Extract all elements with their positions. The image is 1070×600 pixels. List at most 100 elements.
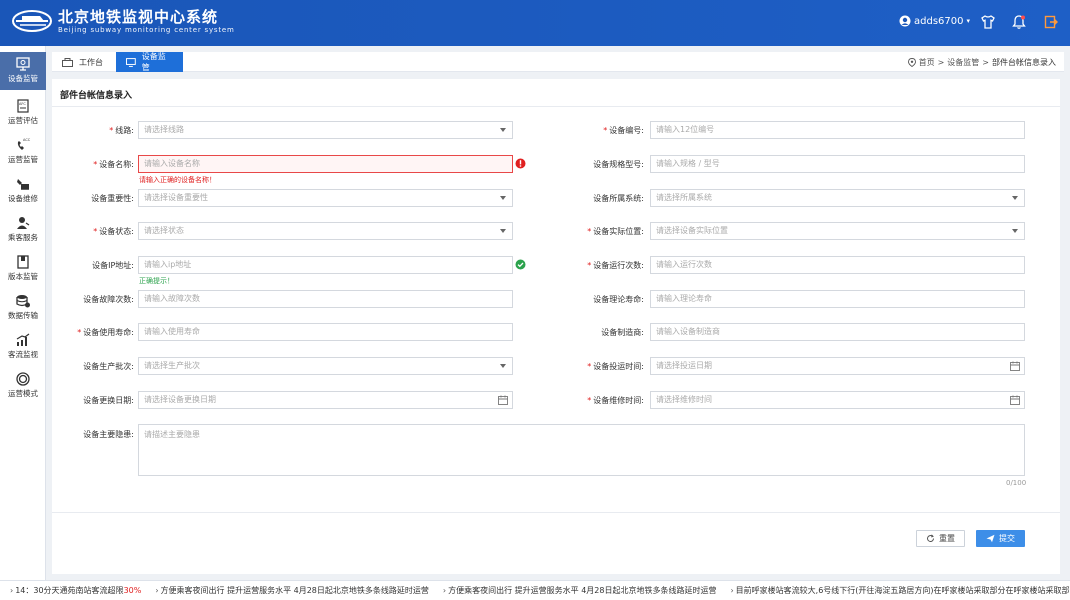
ip-label: 设备IP地址: [92,261,134,270]
caret-down-icon [500,229,506,233]
system-select[interactable]: 请选择所属系统 [650,189,1025,207]
theory-life-label: 设备理论寿命: [593,295,644,304]
repair-time-datepicker[interactable]: 请选择维修时间 [650,391,1025,409]
breadcrumb: 首页 > 设备监管 > 部件台帐信息录入 [907,57,1056,68]
op-time-datepicker[interactable]: 请选择投运日期 [650,357,1025,375]
ip-input[interactable]: 请输入ip地址 [138,256,513,274]
sidebar-item-ops-eval[interactable]: AFC 运营评估 [0,94,46,132]
logout-icon[interactable] [1043,14,1059,30]
batch-select[interactable]: 请选择生产批次 [138,357,513,375]
sidebar-item-version[interactable]: 版本监管 [0,250,46,288]
success-check-icon [515,259,526,270]
bell-icon[interactable] [1011,14,1027,30]
line-select[interactable]: 请选择线路 [138,121,513,139]
sidebar-item-device-monitor[interactable]: 设备监管 [0,52,46,90]
caret-down-icon [500,196,506,200]
hazard-textarea[interactable]: 请描述主要隐患 [138,424,1025,476]
svg-text:ACC: ACC [23,138,31,142]
sidebar-item-ops-monitor[interactable]: ACC 运营监管 [0,133,46,171]
replace-date-label: 设备更换日期: [83,396,134,405]
reset-button[interactable]: 重置 [916,530,965,547]
breadcrumb-home[interactable]: 首页 [919,57,935,68]
tab-label: 工作台 [79,57,103,67]
char-counter: 0/100 [1006,479,1027,487]
sidebar-item-passenger[interactable]: 乘客服务 [0,211,46,249]
version-icon [17,255,29,269]
runs-label: * 设备运行次数: [587,261,644,270]
importance-select[interactable]: 请选择设备重要性 [138,189,513,207]
user-avatar-icon [899,15,911,27]
maker-label: 设备制造商: [601,328,644,337]
send-icon [986,534,995,543]
system-label: 设备所属系统: [593,194,644,203]
caret-down-icon [500,128,506,132]
spec-label: 设备规格型号: [593,160,644,169]
ticker-item[interactable]: › 目前呼家楼站客流较大,6号线下行(开往海淀五路居方向)在呼家楼站采取部分在呼家… [730,585,1070,596]
code-input[interactable]: 请输入12位编号 [650,121,1025,139]
location-pin-icon [907,58,916,67]
repair-icon [17,179,29,190]
sidebar-item-label: 运营模式 [8,389,38,398]
caret-down-icon [1012,229,1018,233]
breadcrumb-separator: > [937,58,945,67]
use-life-input[interactable]: 请输入使用寿命 [138,323,513,341]
status-select[interactable]: 请选择状态 [138,222,513,240]
theory-life-input[interactable]: 请输入理论寿命 [650,290,1025,308]
name-label: * 设备名称: [93,160,134,169]
error-icon [515,158,526,169]
use-life-label: * 设备使用寿命: [77,328,134,337]
sidebar-item-label: 运营监管 [8,155,38,164]
ticker-item[interactable]: › 14：30分天通苑南站客流超限30% [10,585,141,596]
location-label: * 设备实际位置: [587,227,644,236]
runs-input[interactable]: 请输入运行次数 [650,256,1025,274]
app-header: 北京地铁监视中心系统 Beijing subway monitoring cen… [0,0,1070,46]
replace-date-datepicker[interactable]: 请选择设备更换日期 [138,391,513,409]
refresh-icon [927,534,935,542]
afc-icon: AFC [17,99,29,113]
sidebar-item-ops-mode[interactable]: 运营模式 [0,367,46,405]
tab-workbench[interactable]: 工作台 [52,52,116,72]
repair-time-label: * 设备维修时间: [587,396,644,405]
ticker-item[interactable]: › 方便乘客夜间出行 提升运营服务水平 4月28日起北京地铁多条线路延时运营 [443,585,717,596]
user-menu[interactable]: adds6700 ▾ [899,15,970,27]
submit-button[interactable]: 提交 [976,530,1025,547]
code-label: * 设备编号: [603,126,644,135]
divider [52,106,1060,107]
name-input[interactable]: 请输入设备名称 [138,155,513,173]
monitor-icon [16,57,30,71]
maker-input[interactable]: 请输入设备制造商 [650,323,1025,341]
tab-device-monitor[interactable]: 设备监管 [116,52,183,72]
passenger-icon [17,217,30,229]
sidebar-item-flow-monitor[interactable]: 客流监视 [0,328,46,366]
username: adds6700 [914,15,964,27]
workbench-icon [62,57,73,67]
sidebar-item-data-transfer[interactable]: 数据传输 [0,289,46,327]
chevron-down-icon: ▾ [966,17,970,25]
calendar-icon [1010,361,1020,371]
monitor-icon [126,57,136,67]
status-label: * 设备状态: [93,227,134,236]
faults-input[interactable]: 请输入故障次数 [138,290,513,308]
ip-ok-message: 正确提示！ [139,277,174,285]
ticker-item[interactable]: › 方便乘客夜间出行 提升运营服务水平 4月28日起北京地铁多条线路延时运营 [155,585,429,596]
sidebar: 设备监管 AFC 运营评估 ACC 运营监管 设备维修 乘客服务 版本监管 数据… [0,46,46,580]
app-subtitle: Beijing subway monitoring center system [58,25,235,34]
sidebar-item-label: 设备维修 [8,194,38,203]
page-title: 部件台帐信息录入 [60,91,133,101]
location-select[interactable]: 请选择设备实际位置 [650,222,1025,240]
op-time-label: * 设备投运时间: [587,362,644,371]
batch-label: 设备生产批次: [83,362,134,371]
line-label: * 线路: [109,126,134,135]
logo: 北京地铁监视中心系统 Beijing subway monitoring cen… [10,6,235,36]
database-icon [16,295,30,308]
sidebar-item-label: 乘客服务 [8,233,38,242]
acc-phone-icon: ACC [17,138,31,150]
shirt-icon[interactable] [980,14,996,30]
spec-input[interactable]: 请输入规格 / 型号 [650,155,1025,173]
tab-label: 设备监管 [141,52,166,72]
breadcrumb-device-monitor[interactable]: 设备监管 [947,57,979,68]
sidebar-item-repair[interactable]: 设备维修 [0,172,46,210]
sidebar-item-label: 设备监管 [8,74,38,83]
subway-logo-icon [12,10,52,32]
chart-icon [16,333,30,346]
